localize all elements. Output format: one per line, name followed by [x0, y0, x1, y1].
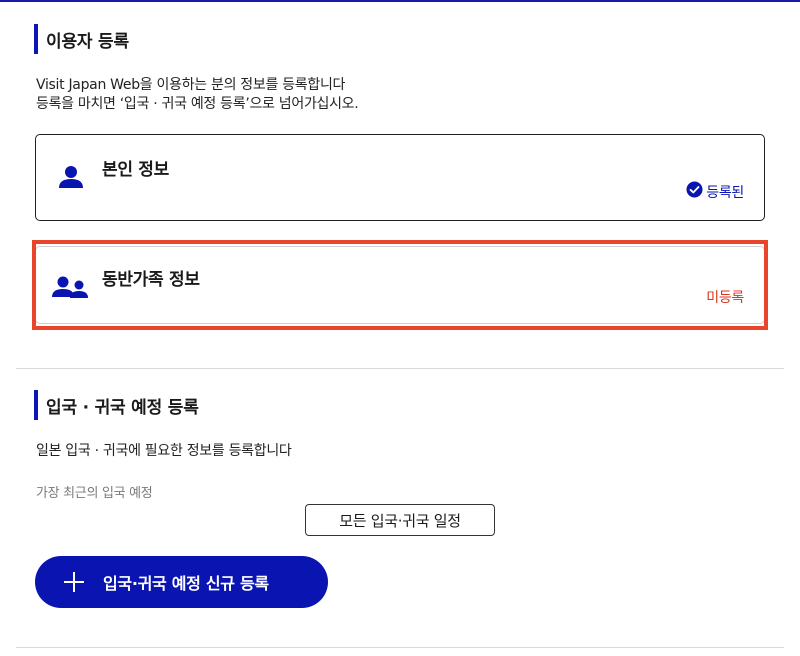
person-icon	[58, 165, 84, 193]
registration-description: Visit Japan Web을 이용하는 분의 정보를 등록합니다 등록을 마…	[36, 76, 359, 114]
new-schedule-button[interactable]: 입국·귀국 예정 신규 등록	[35, 556, 328, 608]
title-accent-bar	[34, 390, 38, 420]
bottom-divider	[16, 647, 784, 648]
highlight-frame	[32, 240, 768, 330]
top-border	[0, 0, 800, 2]
registration-desc-line2: 등록을 마치면 ‘입국 · 귀국 예정 등록’으로 넘어가십시오.	[36, 96, 359, 112]
registration-section-title: 이용자 등록	[34, 24, 129, 54]
self-info-card[interactable]: 본인 정보 등록된	[35, 134, 765, 221]
schedule-description: 일본 입국 · 귀국에 필요한 정보를 등록합니다	[36, 443, 292, 459]
section-divider	[16, 368, 784, 369]
self-info-status: 등록된	[686, 181, 744, 202]
registration-title: 이용자 등록	[46, 31, 129, 52]
check-circle-icon	[686, 181, 703, 202]
self-info-title: 본인 정보	[102, 160, 169, 180]
schedule-title: 입국 · 귀국 예정 등록	[46, 397, 199, 418]
registration-desc-line1: Visit Japan Web을 이용하는 분의 정보를 등록합니다	[36, 77, 346, 93]
plus-icon	[63, 571, 85, 593]
all-schedules-button[interactable]: 모든 입국·귀국 일정	[305, 504, 495, 536]
recent-entry-label: 가장 최근의 입국 예정	[36, 486, 153, 501]
schedule-section-title: 입국 · 귀국 예정 등록	[34, 390, 199, 420]
title-accent-bar	[34, 24, 38, 54]
self-info-status-label: 등록된	[706, 184, 744, 201]
new-schedule-label: 입국·귀국 예정 신규 등록	[103, 574, 269, 593]
